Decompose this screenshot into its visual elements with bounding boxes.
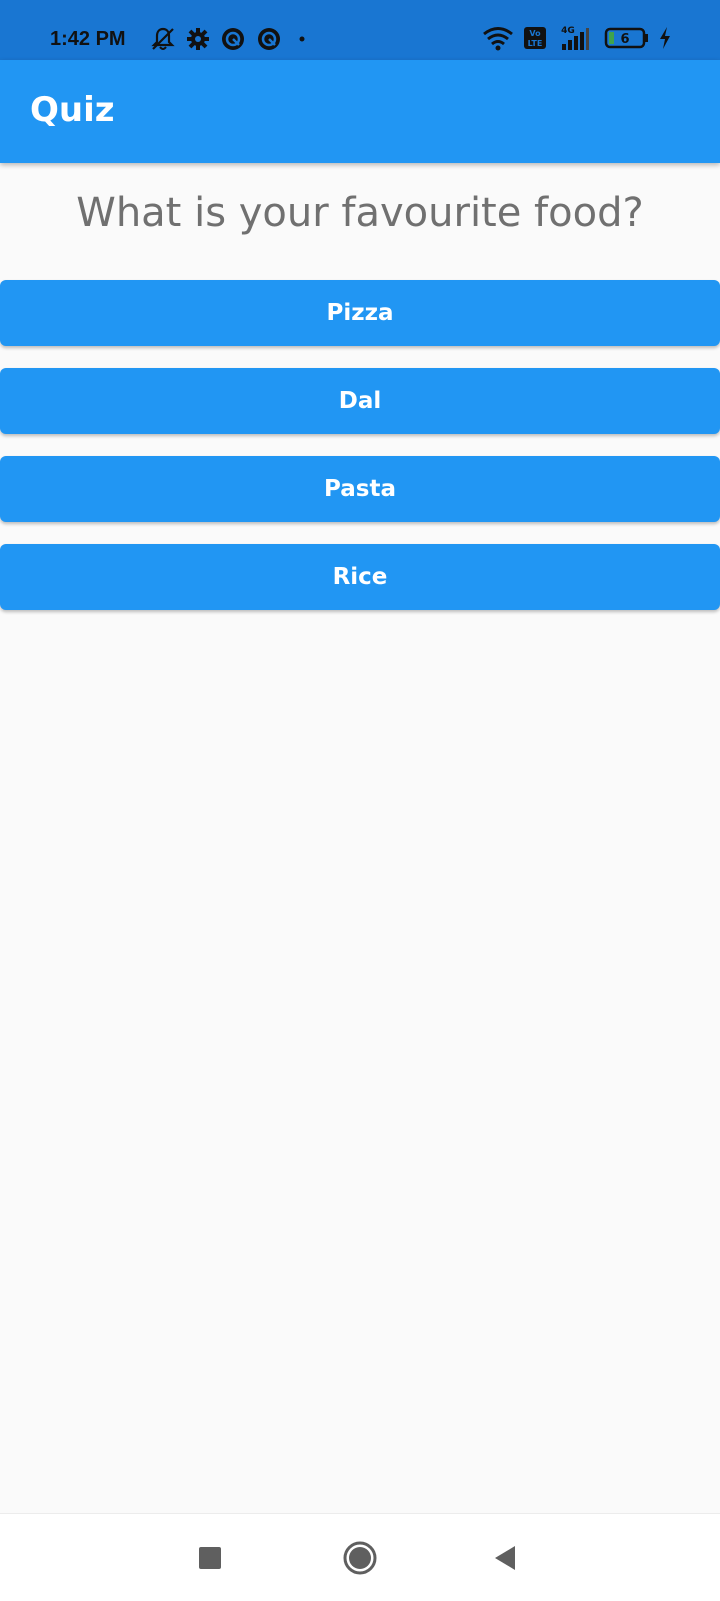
svg-text:6: 6 [620,32,629,47]
answer-button-pasta[interactable]: Pasta [0,456,720,522]
app-title: Quiz [30,90,115,130]
recents-icon [199,1546,221,1569]
navigation-bar [0,1513,720,1601]
svg-text:4G: 4G [561,26,575,36]
sync-icon [258,28,280,50]
battery-icon: 6 [604,27,648,49]
status-left-icons [150,26,312,52]
svg-text:Vo: Vo [529,29,541,38]
charging-icon [660,27,670,49]
status-bar: 1:42 PM Vo LTE 4G 6 [0,0,720,60]
question-text: What is your favourite food? [76,190,644,236]
status-right-icons: Vo LTE 4G 6 [482,24,672,52]
wifi-icon [483,27,513,51]
signal-icon: 4G [561,26,589,50]
svg-text:LTE: LTE [528,39,543,48]
mute-icon [151,27,175,50]
back-icon [495,1545,515,1570]
answer-button-pizza[interactable]: Pizza [0,280,720,346]
volte-icon: Vo LTE [524,27,546,49]
dot-icon [299,36,305,42]
settings-icon [187,28,209,50]
answer-button-rice[interactable]: Rice [0,544,720,610]
status-time: 1:42 PM [50,28,126,50]
home-icon [343,1541,377,1574]
home-button[interactable] [330,1514,390,1601]
sync-icon [222,28,244,50]
recents-button[interactable] [180,1514,240,1601]
back-button[interactable] [476,1514,536,1601]
app-bar: Quiz [0,60,720,163]
answer-button-dal[interactable]: Dal [0,368,720,434]
